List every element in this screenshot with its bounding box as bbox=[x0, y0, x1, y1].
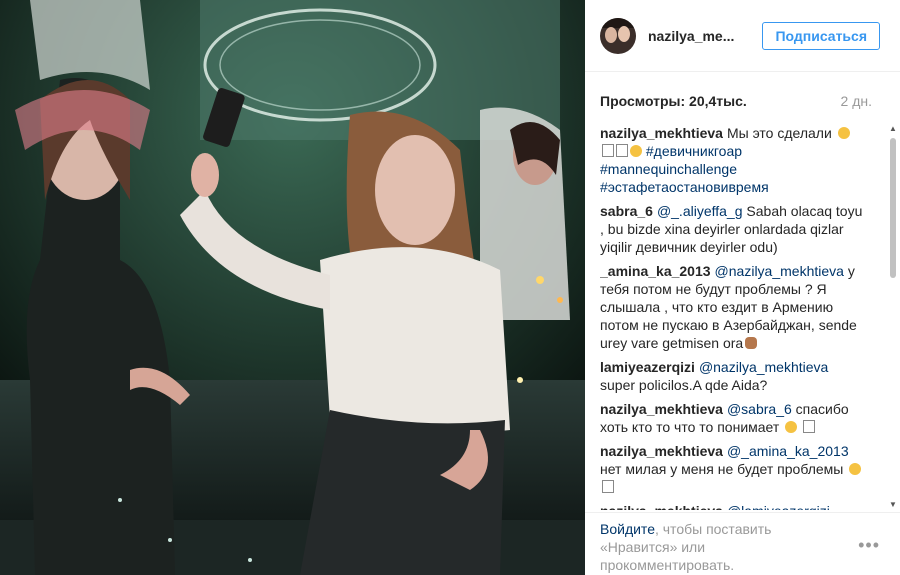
comment-item: _amina_ka_2013 @nazilya_mekhtieva у тебя … bbox=[600, 262, 865, 352]
astonished-face-icon bbox=[849, 463, 862, 475]
views-count[interactable]: Просмотры: 20,4тыс. bbox=[600, 93, 747, 109]
comment-text: нет милая у меня не будет проблемы bbox=[600, 461, 848, 477]
video-frame-illustration bbox=[0, 0, 585, 575]
tongue-face-icon bbox=[630, 145, 642, 157]
mention-link[interactable]: @nazilya_mekhtieva bbox=[699, 359, 828, 375]
login-link[interactable]: Войдите bbox=[600, 521, 655, 537]
login-prompt: Войдите, чтобы поставить «Нравится» или … bbox=[600, 520, 840, 574]
unsupported-glyph-box-icon bbox=[616, 144, 628, 157]
scrollbar-thumb[interactable] bbox=[890, 138, 896, 278]
instagram-post-page: nazilya_me... Подписаться Просмотры: 20,… bbox=[0, 0, 900, 575]
mention-link[interactable]: @lamiyeazerqizi bbox=[727, 503, 830, 510]
hashtag-link[interactable]: #mannequinchallenge bbox=[600, 161, 737, 177]
post-header: nazilya_me... Подписаться bbox=[585, 0, 900, 72]
grinning-face-icon bbox=[837, 127, 850, 139]
post-username[interactable]: nazilya_me... bbox=[648, 28, 752, 44]
post-video[interactable] bbox=[0, 0, 585, 575]
follow-button[interactable]: Подписаться bbox=[762, 21, 880, 50]
comment-username[interactable]: nazilya_mekhtieva bbox=[600, 503, 723, 510]
comment-item: lamiyeazerqizi @nazilya_mekhtieva super p… bbox=[600, 358, 865, 394]
unsupported-glyph-box-icon bbox=[803, 420, 816, 433]
astonished-face-icon bbox=[785, 421, 798, 433]
hashtag-link[interactable]: #девичникгоар bbox=[646, 143, 742, 159]
mention-link[interactable]: @sabra_6 bbox=[727, 401, 792, 417]
hashtag-link[interactable]: #эстафетаостановивремя bbox=[600, 179, 769, 195]
comment-username[interactable]: lamiyeazerqizi bbox=[600, 359, 695, 375]
post-time[interactable]: 2 дн. bbox=[841, 93, 872, 109]
comment-item: nazilya_mekhtieva Мы это сделали #девични… bbox=[600, 124, 865, 196]
comment-item: sabra_6 @_.aliyeffa_g Sabah olacaq toyu ,… bbox=[600, 202, 865, 256]
comment-username[interactable]: nazilya_mekhtieva bbox=[600, 401, 723, 417]
comment-text: Мы это сделали bbox=[726, 125, 836, 141]
mention-link[interactable]: @_.aliyeffa_g bbox=[657, 203, 743, 219]
comment-username[interactable]: nazilya_mekhtieva bbox=[600, 443, 723, 459]
comment-text bbox=[797, 419, 801, 435]
comments-scrollbar[interactable]: ▲ ▼ bbox=[888, 124, 898, 510]
scroll-up-arrow-icon[interactable]: ▲ bbox=[888, 124, 898, 134]
mention-link[interactable]: @nazilya_mekhtieva bbox=[715, 263, 844, 279]
mention-link[interactable]: @_amina_ka_2013 bbox=[727, 443, 849, 459]
comment-item: nazilya_mekhtieva @_amina_ka_2013 нет мил… bbox=[600, 442, 865, 496]
comments-list: nazilya_mekhtieva Мы это сделали #девични… bbox=[600, 124, 865, 510]
comment-item: nazilya_mekhtieva @lamiyeazerqizi bbox=[600, 502, 865, 510]
comment-username[interactable]: nazilya_mekhtieva bbox=[600, 125, 723, 141]
unsupported-glyph-box-icon bbox=[602, 144, 614, 157]
comment-text: super policilos.A qde Aida? bbox=[600, 377, 768, 393]
unsupported-glyph-box-icon bbox=[602, 480, 614, 493]
avatar[interactable] bbox=[600, 17, 636, 54]
comment-item: nazilya_mekhtieva @sabra_6 спасибо хоть к… bbox=[600, 400, 865, 436]
more-options-icon[interactable]: ••• bbox=[858, 535, 880, 556]
comment-username[interactable]: sabra_6 bbox=[600, 203, 653, 219]
post-footer: Войдите, чтобы поставить «Нравится» или … bbox=[585, 512, 900, 575]
monkey-face-icon bbox=[745, 337, 758, 349]
comment-username[interactable]: _amina_ka_2013 bbox=[600, 263, 711, 279]
scroll-down-arrow-icon[interactable]: ▼ bbox=[888, 500, 898, 510]
post-stats: Просмотры: 20,4тыс. 2 дн. bbox=[600, 93, 872, 109]
